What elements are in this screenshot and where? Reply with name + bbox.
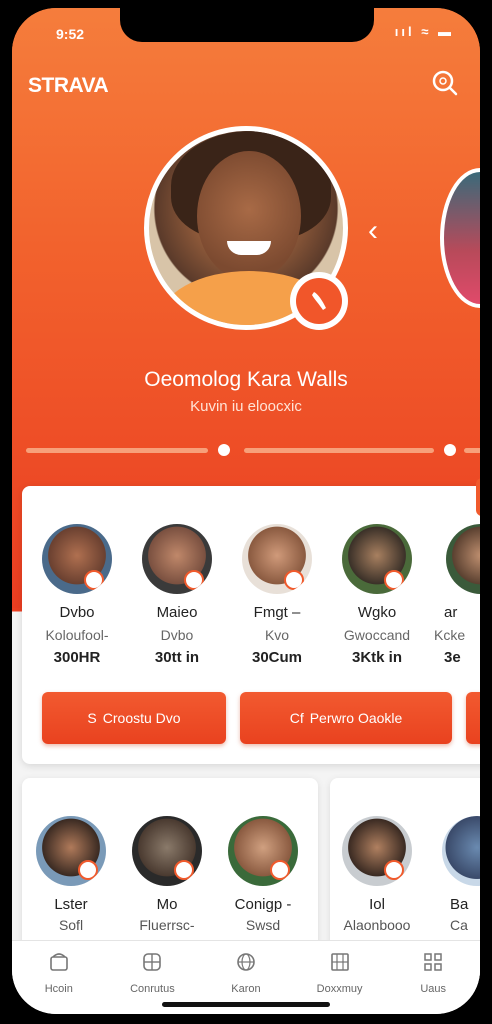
athlete-item[interactable]: Maieo Dvbo 30tt in [132, 524, 222, 666]
tab-home[interactable]: Hcoin [12, 941, 106, 1014]
featured-athlete-subtitle: Kuvin iu eloocxic [190, 398, 302, 415]
status-icons: ııl ≈ ▬ [394, 24, 454, 39]
avatar [242, 524, 312, 594]
search-icon [432, 70, 458, 96]
home-icon [49, 953, 68, 971]
avatar [132, 816, 202, 886]
carousel-pager[interactable] [26, 444, 480, 456]
tab-more[interactable]: Uaus [386, 941, 480, 1014]
grid-icon [424, 953, 442, 971]
button-icon: Cf [289, 710, 304, 726]
calendar-icon [330, 953, 349, 971]
avatar [446, 524, 480, 594]
athlete-item[interactable]: Ba Ca [428, 816, 480, 933]
explore-button[interactable]: Cf Perwro Oaokle [240, 692, 452, 744]
athlete-item[interactable]: Dvbo Koloufool- 300HR [32, 524, 122, 666]
brand-logo: STRAVA [28, 74, 109, 97]
button-icon: S [87, 710, 97, 726]
button-label: Perwro Oaokle [309, 710, 403, 726]
featured-athlete-badge [290, 272, 348, 330]
button-label: Croostu Dvo [102, 710, 181, 726]
athlete-item[interactable]: Mo Fluerrsc- [122, 816, 212, 933]
athlete-item[interactable]: Fmgt – Kvo 30Cum [232, 524, 322, 666]
follow-button[interactable]: S Croostu Dvo [42, 692, 226, 744]
avatar [36, 816, 106, 886]
suggested-athletes-card: Dvbo Koloufool- 300HR Maieo Dvbo 30tt in… [22, 478, 480, 764]
search-button[interactable] [430, 68, 460, 98]
shoe-icon [312, 292, 326, 310]
avatar [142, 524, 212, 594]
status-time: 9:52 [56, 26, 85, 42]
athlete-item[interactable]: ar Kcke 3e [430, 524, 480, 666]
home-indicator [162, 1002, 330, 1007]
more-button[interactable] [466, 692, 480, 744]
athlete-item[interactable]: Iol Alaonbooo [332, 816, 422, 933]
avatar [42, 524, 112, 594]
pager-dot-active[interactable] [218, 444, 230, 456]
avatar [442, 816, 480, 886]
avatar [342, 816, 412, 886]
chevron-left-icon[interactable]: ‹ [368, 214, 378, 248]
athlete-item[interactable]: Conigp - Swsd [218, 816, 308, 933]
athlete-item[interactable]: Lster Sofl [26, 816, 116, 933]
featured-athlete-name: Oeomolog Kara Walls [144, 368, 348, 391]
globe-icon [237, 953, 255, 971]
phone-screen: 9:52 ııl ≈ ▬ STRAVA ‹ Oeomolog Kara Wall… [12, 8, 480, 1014]
athlete-item[interactable]: Wgko Gwoccand 3Ktk in [332, 524, 422, 666]
groups-icon [143, 953, 162, 971]
avatar [228, 816, 298, 886]
notch [120, 8, 374, 42]
pager-dot[interactable] [444, 444, 456, 456]
avatar [342, 524, 412, 594]
